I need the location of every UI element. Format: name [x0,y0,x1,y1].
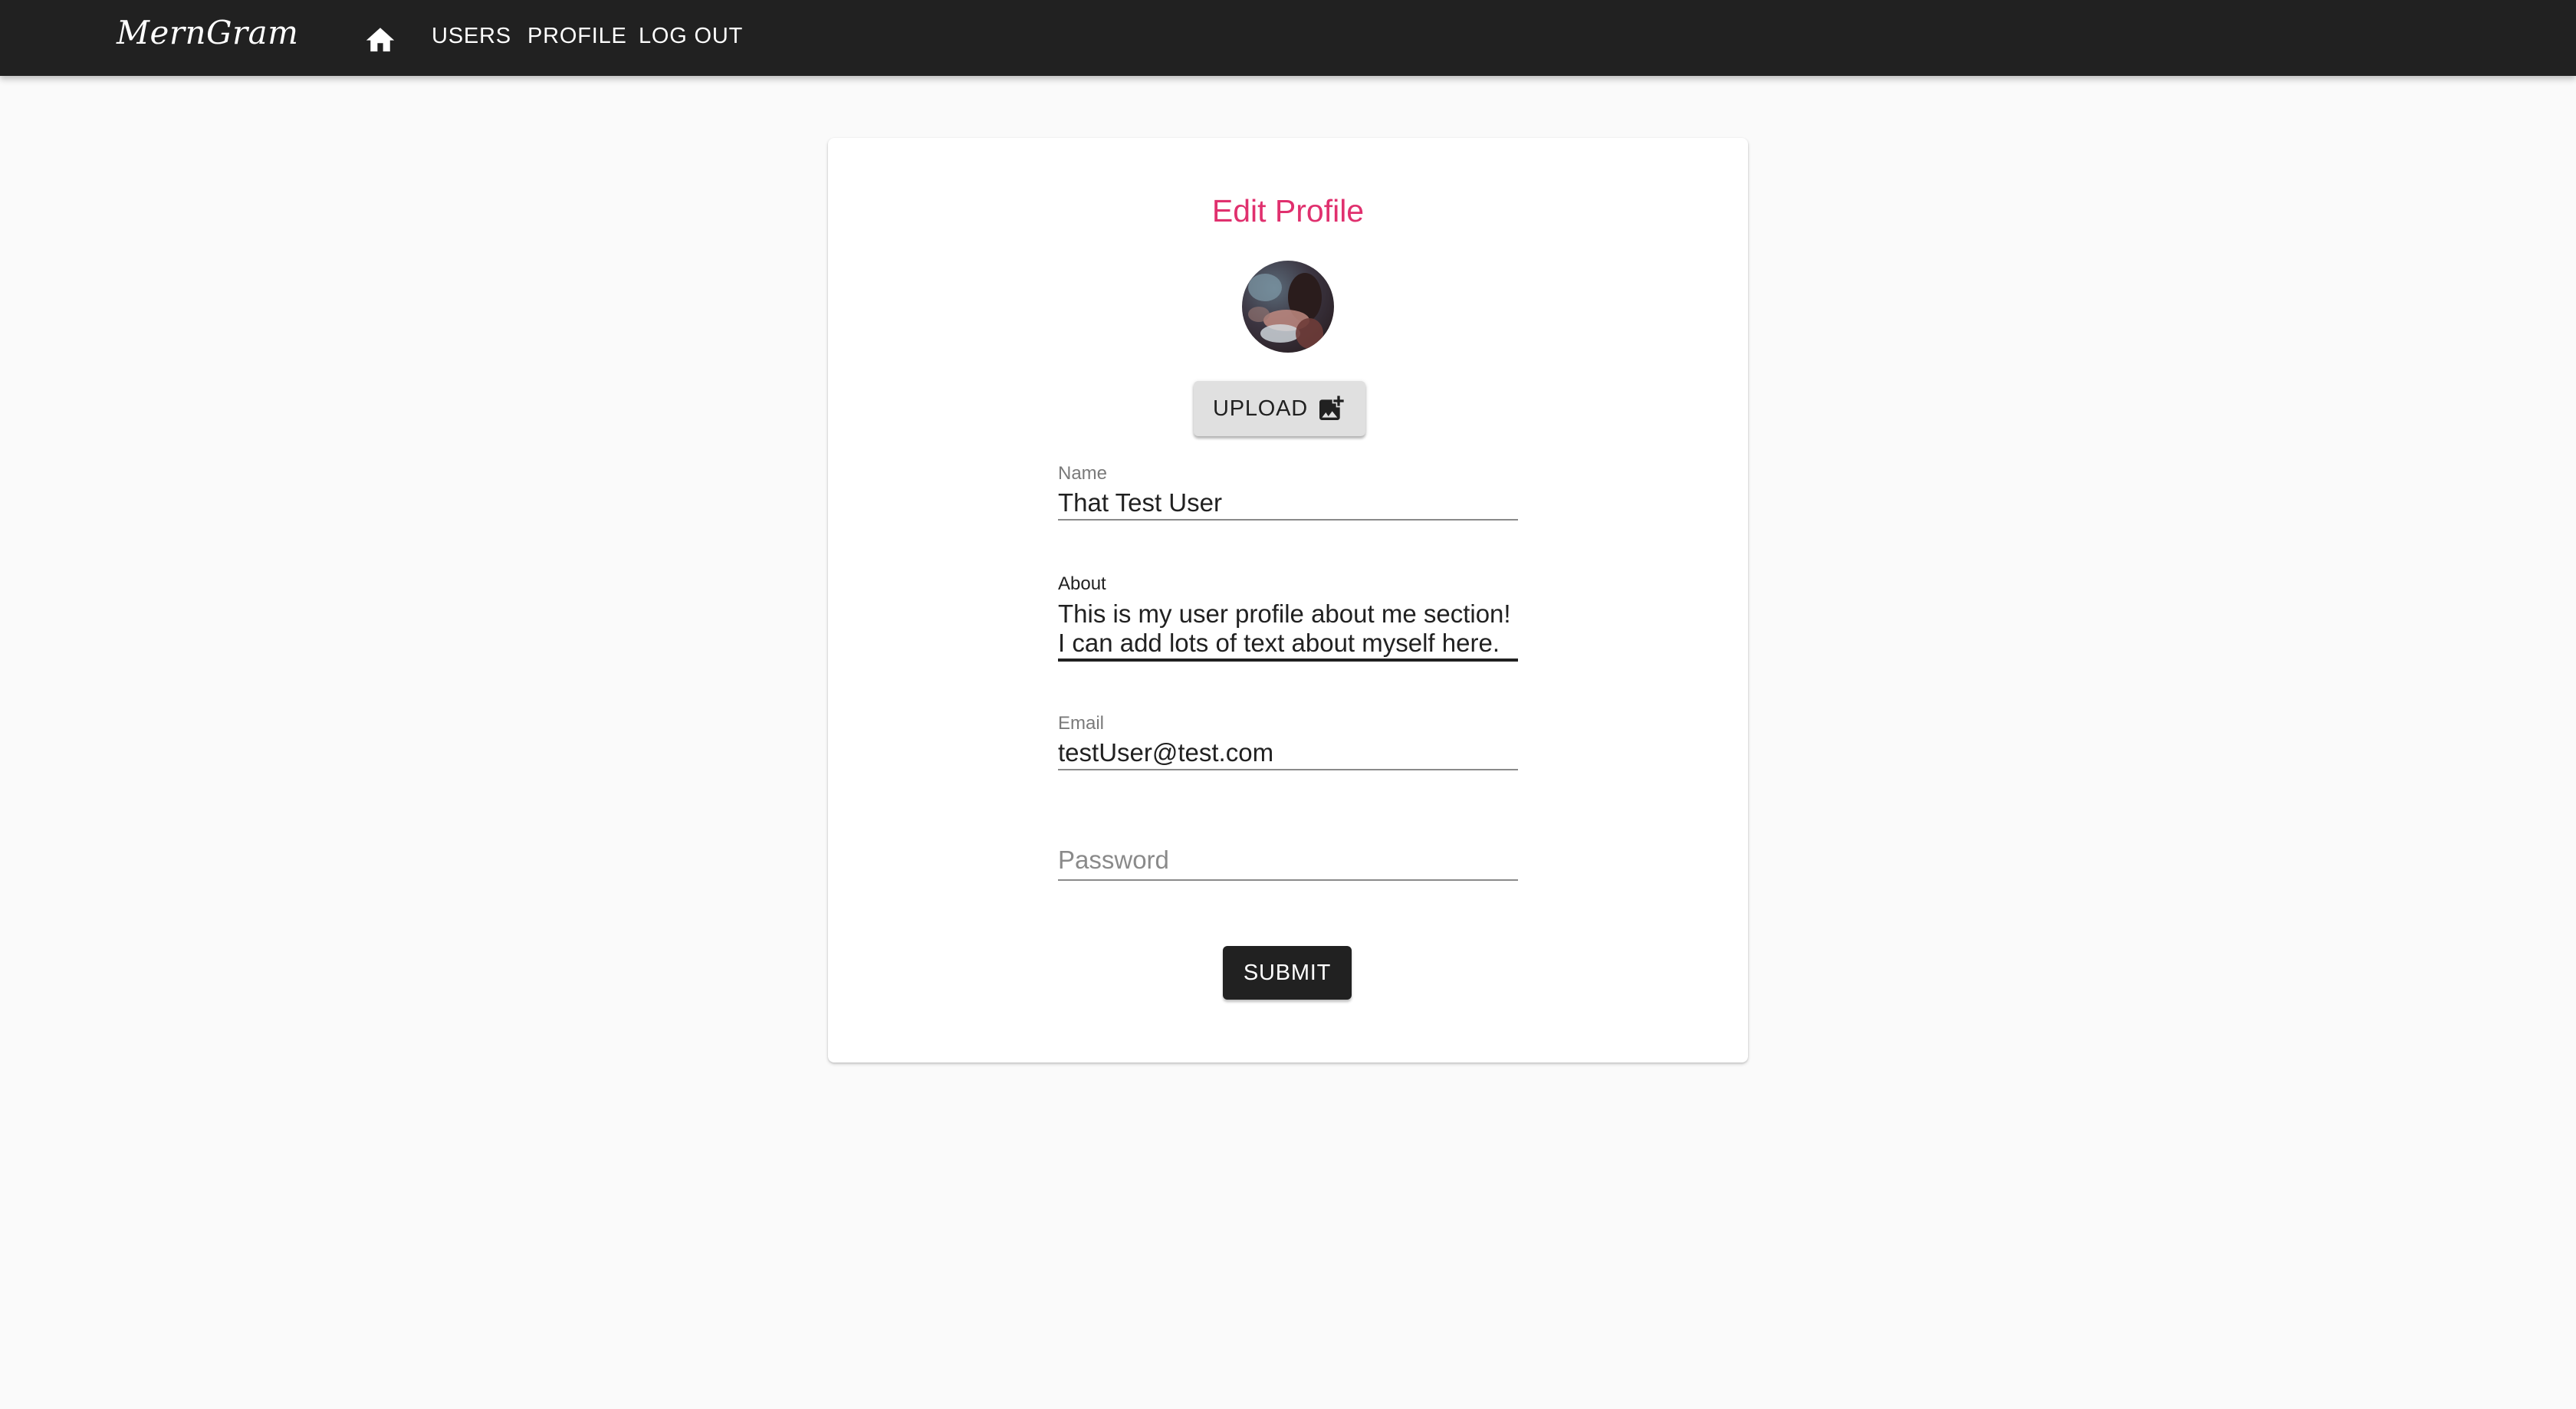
about-underline [1058,659,1518,662]
nav-profile-link[interactable]: PROFILE [527,24,627,49]
about-label: About [1058,573,1106,594]
app-bar: MernGram USERS PROFILE LOG OUT [0,0,2576,76]
name-field: Name [1058,463,1518,524]
brand-logo[interactable]: MernGram [117,14,298,51]
about-field: About [1058,573,1518,668]
email-field: Email [1058,713,1518,774]
about-textarea[interactable] [1058,599,1518,661]
password-underline [1058,879,1518,881]
avatar-photo [1242,261,1334,353]
edit-profile-card: Edit Profile UPLOAD Name That Test User … [828,138,1748,1062]
upload-label: UPLOAD [1212,396,1309,421]
page-title: Edit Profile [1211,193,1365,228]
add-photo-icon [1319,396,1344,420]
password-field [1058,843,1518,905]
email-input[interactable] [1058,736,1518,770]
name-label: Name [1058,463,1108,484]
email-label: Email [1058,713,1105,734]
avatar [1242,261,1334,353]
home-icon [366,28,395,52]
nav-users-link[interactable]: USERS [432,24,511,49]
submit-button[interactable]: SUBMIT [1223,946,1352,1000]
name-underline [1058,519,1518,521]
email-underline [1058,769,1518,770]
nav-logout-link[interactable]: LOG OUT [639,24,743,49]
password-input[interactable] [1058,843,1518,877]
upload-button[interactable]: UPLOAD [1194,381,1365,436]
name-input[interactable] [1058,486,1518,520]
home-button[interactable] [360,20,400,55]
